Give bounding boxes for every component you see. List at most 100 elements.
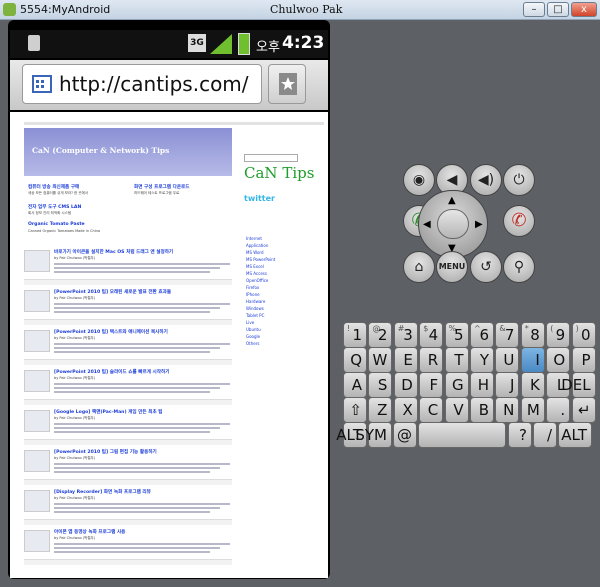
dpad-up-icon[interactable]: ▲ [448, 195, 456, 206]
key-h[interactable]: H [470, 372, 494, 398]
category-link[interactable]: IPhone [246, 292, 260, 297]
key-row4-7[interactable]: M [520, 397, 545, 423]
ad-title[interactable]: Organic Tomato Paste [28, 222, 85, 227]
key-f[interactable]: F [419, 372, 444, 398]
key-row4-5[interactable]: B [470, 397, 494, 423]
post-title-link[interactable]: [PowerPoint 2010 팁] 오래된 새로운 발표 전환 효과들 [54, 289, 171, 295]
minimize-button[interactable]: – [523, 2, 545, 17]
key-i[interactable]: I [520, 347, 545, 373]
dpad-center-button[interactable] [437, 209, 469, 239]
category-link[interactable]: Others [246, 341, 259, 346]
category-link[interactable]: Windows [246, 306, 264, 311]
post-thumbnail[interactable] [24, 370, 50, 392]
category-link[interactable]: OpenOffice [246, 278, 268, 283]
twitter-logo[interactable]: twitter [244, 194, 275, 203]
post-thumbnail[interactable] [24, 330, 50, 352]
key-j[interactable]: J [495, 372, 520, 398]
url-field[interactable]: http://cantips.com/ [22, 64, 262, 104]
webview[interactable]: CaN (Computer & Network) Tips 컴퓨터 방송 최신제… [10, 112, 328, 578]
category-link[interactable]: Internet [246, 236, 262, 241]
key-t[interactable]: T [444, 347, 469, 373]
key-row4-8[interactable]: . [546, 397, 571, 423]
post-title-link[interactable]: 아이폰 앱 동영상 녹화 프로그램 사용 [54, 529, 125, 535]
post-title-link[interactable]: [PowerPoint 2010 팁] 슬라이드 쇼를 빠르게 시작하기 [54, 369, 169, 375]
key-row4-6[interactable]: N [495, 397, 520, 423]
key-1[interactable]: ! 1 [343, 322, 367, 348]
category-link[interactable]: Tablet PC [246, 313, 264, 318]
key-5[interactable]: % 5 [444, 322, 469, 348]
ad-title[interactable]: 전자 업무 도구 CMS LAN [28, 204, 81, 210]
post-thumbnail[interactable] [24, 290, 50, 312]
maximize-button[interactable]: □ [547, 2, 569, 17]
category-link[interactable]: Hardware [246, 299, 265, 304]
key-0[interactable]: ) 0 [571, 322, 596, 348]
search-button[interactable]: ⚲ [503, 251, 535, 283]
category-link[interactable]: Application [246, 243, 268, 248]
key-4[interactable]: $4 [419, 322, 444, 348]
power-button[interactable]: ⏻ [503, 164, 535, 196]
post-title-link[interactable]: 바로가기 아이콘을 설치한 Mac OS 처럼 드래그 앤 설정하기 [54, 249, 173, 255]
key-del[interactable]: DEL [561, 372, 596, 398]
key-row4-4[interactable]: V [444, 397, 469, 423]
dpad-left-icon[interactable]: ◀ [423, 219, 431, 230]
key-at[interactable]: @ [393, 422, 417, 448]
post-thumbnail[interactable] [24, 490, 50, 512]
ad-title[interactable]: 화면 구성 프로그램 다운로드 [134, 184, 190, 190]
post-thumbnail[interactable] [24, 410, 50, 432]
key-d[interactable]: D [393, 372, 418, 398]
key-p[interactable]: P [571, 347, 596, 373]
key-q[interactable]: Q [343, 347, 367, 373]
key-2[interactable]: @2 [368, 322, 393, 348]
key-row4-9[interactable]: ↵ [571, 397, 596, 423]
post-thumbnail[interactable] [24, 450, 50, 472]
key-row4-0[interactable]: ⇧ [343, 397, 367, 423]
key-row4-3[interactable]: C [419, 397, 444, 423]
key-question[interactable]: ? [508, 422, 532, 448]
key-e[interactable]: E [393, 347, 418, 373]
key-r[interactable]: R [419, 347, 444, 373]
key-a[interactable]: A [343, 372, 367, 398]
key-6[interactable]: ^ 6 [470, 322, 494, 348]
key-s[interactable]: S [368, 372, 393, 398]
category-link[interactable]: MS PowerPoint [246, 257, 275, 262]
sidebar-search-input[interactable] [244, 154, 298, 162]
end-call-button[interactable]: ✆ [503, 205, 535, 237]
bookmark-button[interactable] [268, 64, 306, 104]
category-link[interactable]: Google [246, 334, 260, 339]
key-space[interactable] [418, 422, 506, 448]
post-title-link[interactable]: [PowerPoint 2010 팁] 텍스트와 애니메이션 복사하기 [54, 329, 168, 335]
key-7[interactable]: & 7 [495, 322, 520, 348]
close-button[interactable]: x [571, 2, 597, 17]
key-k[interactable]: K [520, 372, 545, 398]
key-o[interactable]: O [546, 347, 571, 373]
volume-up-button[interactable]: ◀) [470, 164, 502, 196]
post-title-link[interactable]: [Google Logo] 팩맨(Pac-Man) 게임 만든 최초 팁 [54, 409, 163, 415]
key-8[interactable]: * 8 [520, 322, 545, 348]
dpad-right-icon[interactable]: ▶ [475, 219, 483, 230]
dpad[interactable]: ▲ ▼ ◀ ▶ [418, 190, 488, 258]
key-9[interactable]: (9 [546, 322, 571, 348]
key-u[interactable]: U [495, 347, 520, 373]
category-link[interactable]: Firefox [246, 285, 259, 290]
key-row4-1[interactable]: Z [368, 397, 393, 423]
key-alt-right[interactable]: ALT [558, 422, 592, 448]
category-link[interactable]: MS Access [246, 271, 267, 276]
key-row4-2[interactable]: X [393, 397, 418, 423]
key-sym[interactable]: SYM [355, 422, 392, 448]
home-button[interactable]: ⌂ [403, 251, 435, 283]
back-button[interactable]: ↺ [470, 251, 502, 283]
post-thumbnail[interactable] [24, 530, 50, 552]
category-link[interactable]: MS Excel [246, 264, 264, 269]
post-title-link[interactable]: [Display Recorder] 화면 녹화 프로그램 리뷰 [54, 489, 151, 495]
menu-button[interactable]: MENU [436, 251, 468, 283]
post-thumbnail[interactable] [24, 250, 50, 272]
key-slash[interactable]: / [533, 422, 557, 448]
camera-button[interactable]: ◉ [403, 164, 435, 196]
category-link[interactable]: Live [246, 320, 254, 325]
key-3[interactable]: #3 [393, 322, 418, 348]
key-w[interactable]: W [368, 347, 393, 373]
ad-title[interactable]: 컴퓨터 방송 최신제품 구매 [28, 184, 79, 190]
category-link[interactable]: Ubuntu [246, 327, 261, 332]
category-link[interactable]: MS Word [246, 250, 264, 255]
key-y[interactable]: Y [470, 347, 494, 373]
